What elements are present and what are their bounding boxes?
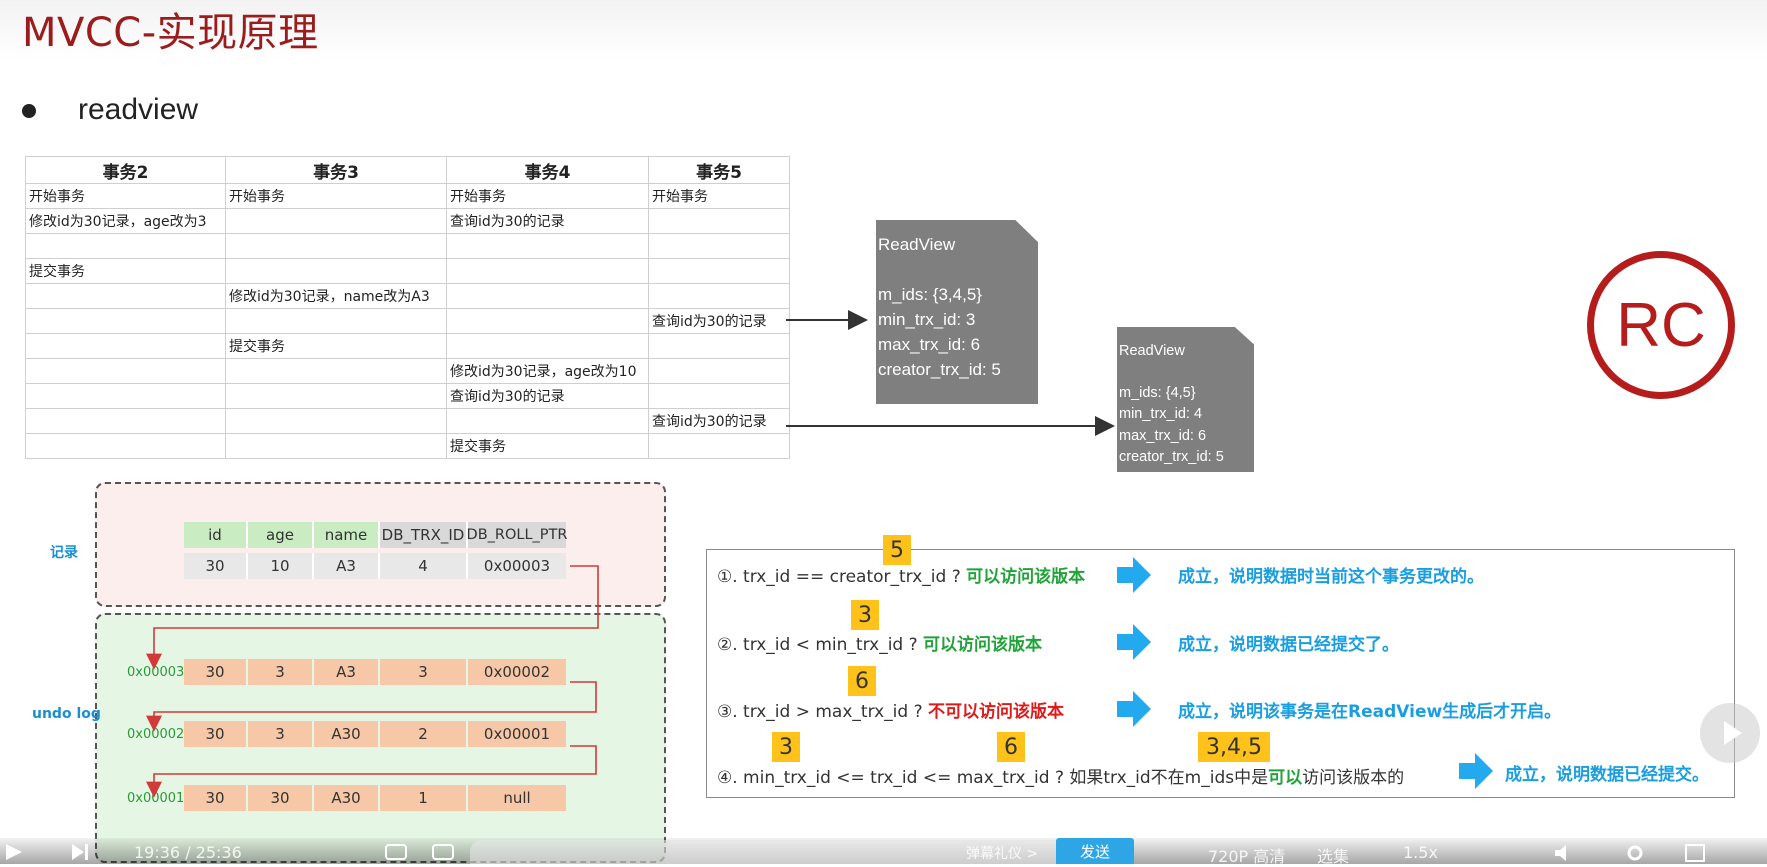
value-tag: 3	[772, 732, 800, 762]
play-icon[interactable]	[4, 842, 24, 866]
fullscreen-icon[interactable]	[1684, 843, 1706, 867]
quality-selector[interactable]: 720P 高清	[1208, 843, 1285, 867]
arrow-right-icon	[1117, 624, 1153, 664]
rule-condition: ②. trx_id < min_trx_id ?	[717, 635, 918, 655]
rule-verdict: 可以访问该版本	[923, 635, 1043, 655]
next-icon[interactable]	[70, 842, 90, 866]
danmaku-etiquette-link[interactable]: 弹幕礼仪 >	[966, 843, 1038, 863]
send-button[interactable]: 发送	[1056, 838, 1134, 864]
rule-result: 成立，说明数据时当前这个事务更改的。	[1178, 567, 1484, 587]
value-tag: 6	[848, 666, 876, 696]
pointer-arrow	[146, 681, 597, 732]
settings-gear-icon[interactable]	[1625, 843, 1645, 867]
side-play-button[interactable]	[1700, 703, 1760, 763]
rule-result: 成立，说明数据已经提交了。	[1178, 635, 1399, 655]
rule-condition: ①. trx_id == creator_trx_id ?	[717, 567, 961, 587]
arrow-right-icon	[1459, 753, 1495, 793]
arrow-right-icon	[1117, 691, 1153, 731]
rule-verdict: 可以访问该版本	[966, 567, 1086, 587]
episodes-button[interactable]: 选集	[1317, 843, 1349, 867]
rule-3: ③. trx_id > max_trx_id ? 不可以访问该版本	[717, 697, 1064, 722]
pointer-arrow	[146, 745, 597, 798]
rule-verdict: 不可以访问该版本	[928, 702, 1065, 722]
speed-selector[interactable]: 1.5x	[1403, 843, 1438, 862]
arrow-right-icon	[1117, 557, 1153, 597]
value-tag: 6	[997, 732, 1025, 762]
rule-4: ④. min_trx_id <= trx_id <= max_trx_id ? …	[717, 763, 1404, 788]
rule-verdict: 可以	[1268, 768, 1303, 788]
rule-result: 成立，说明该事务是在ReadView生成后才开启。	[1178, 702, 1562, 722]
rule-2: ②. trx_id < min_trx_id ? 可以访问该版本	[717, 630, 1042, 655]
rule-result: 成立，说明数据已经提交。	[1505, 765, 1709, 785]
volume-icon[interactable]	[1553, 843, 1575, 867]
rule-condition: ④. min_trx_id <= trx_id <= max_trx_id ? …	[717, 768, 1269, 788]
danmaku-toggle-icon[interactable]	[385, 842, 407, 866]
rule-1: ①. trx_id == creator_trx_id ? 可以访问该版本	[717, 562, 1085, 587]
value-tag: 5	[883, 535, 911, 565]
rule-condition-tail: 访问该版本的	[1302, 768, 1405, 788]
playback-time: 19:36 / 25:36	[134, 843, 242, 862]
value-tag: 3	[851, 600, 879, 630]
rule-condition: ③. trx_id > max_trx_id ?	[717, 702, 923, 722]
danmaku-settings-icon[interactable]	[432, 842, 454, 866]
value-tag: 3,4,5	[1198, 732, 1270, 762]
pointer-arrow	[146, 565, 599, 670]
